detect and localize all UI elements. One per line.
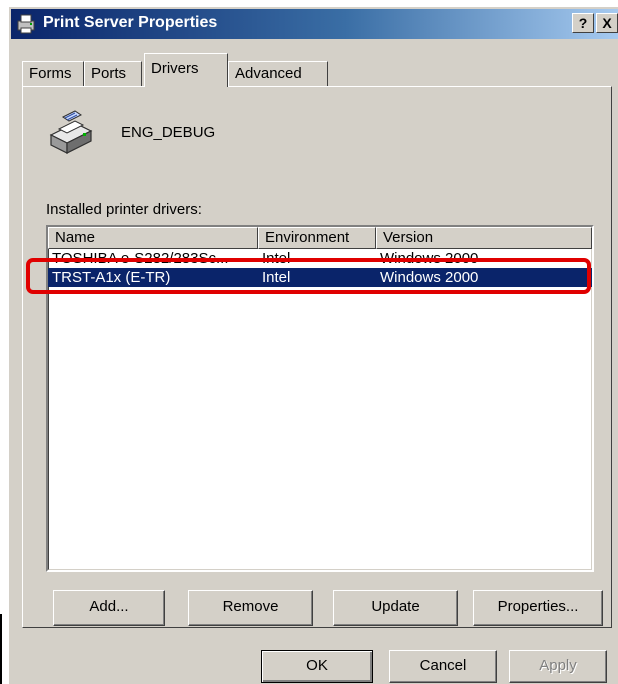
remove-driver-button[interactable]: Remove xyxy=(188,590,313,626)
close-button[interactable]: X xyxy=(596,13,618,33)
printer-server-icon xyxy=(49,110,93,154)
column-header-environment[interactable]: Environment xyxy=(258,227,376,249)
window-title: Print Server Properties xyxy=(43,14,218,31)
listview-header: Name Environment Version xyxy=(48,227,592,249)
tab-ports[interactable]: Ports xyxy=(84,61,142,87)
column-header-name[interactable]: Name xyxy=(48,227,258,249)
title-bar[interactable]: Print Server Properties ? X xyxy=(11,9,618,39)
column-header-version[interactable]: Version xyxy=(376,227,592,249)
screen-edge-mark xyxy=(0,614,2,684)
driver-properties-button[interactable]: Properties... xyxy=(473,590,603,626)
server-name: ENG_DEBUG xyxy=(121,124,216,141)
add-driver-button[interactable]: Add... xyxy=(53,590,165,626)
installed-drivers-label: Installed printer drivers: xyxy=(46,201,202,218)
help-button[interactable]: ? xyxy=(572,13,594,33)
tab-advanced[interactable]: Advanced xyxy=(228,61,328,87)
tab-drivers[interactable]: Drivers xyxy=(144,53,228,87)
drivers-tab-panel: ENG_DEBUG Installed printer drivers: Nam… xyxy=(22,86,612,628)
print-server-properties-dialog: Print Server Properties ? X Forms Ports … xyxy=(8,6,618,684)
ok-button[interactable]: OK xyxy=(261,650,373,683)
printer-icon xyxy=(17,14,35,34)
cancel-button[interactable]: Cancel xyxy=(389,650,497,683)
apply-button[interactable]: Apply xyxy=(509,650,607,683)
tab-forms[interactable]: Forms xyxy=(22,61,84,87)
update-driver-button[interactable]: Update xyxy=(333,590,458,626)
selection-annotation-box xyxy=(26,258,591,294)
